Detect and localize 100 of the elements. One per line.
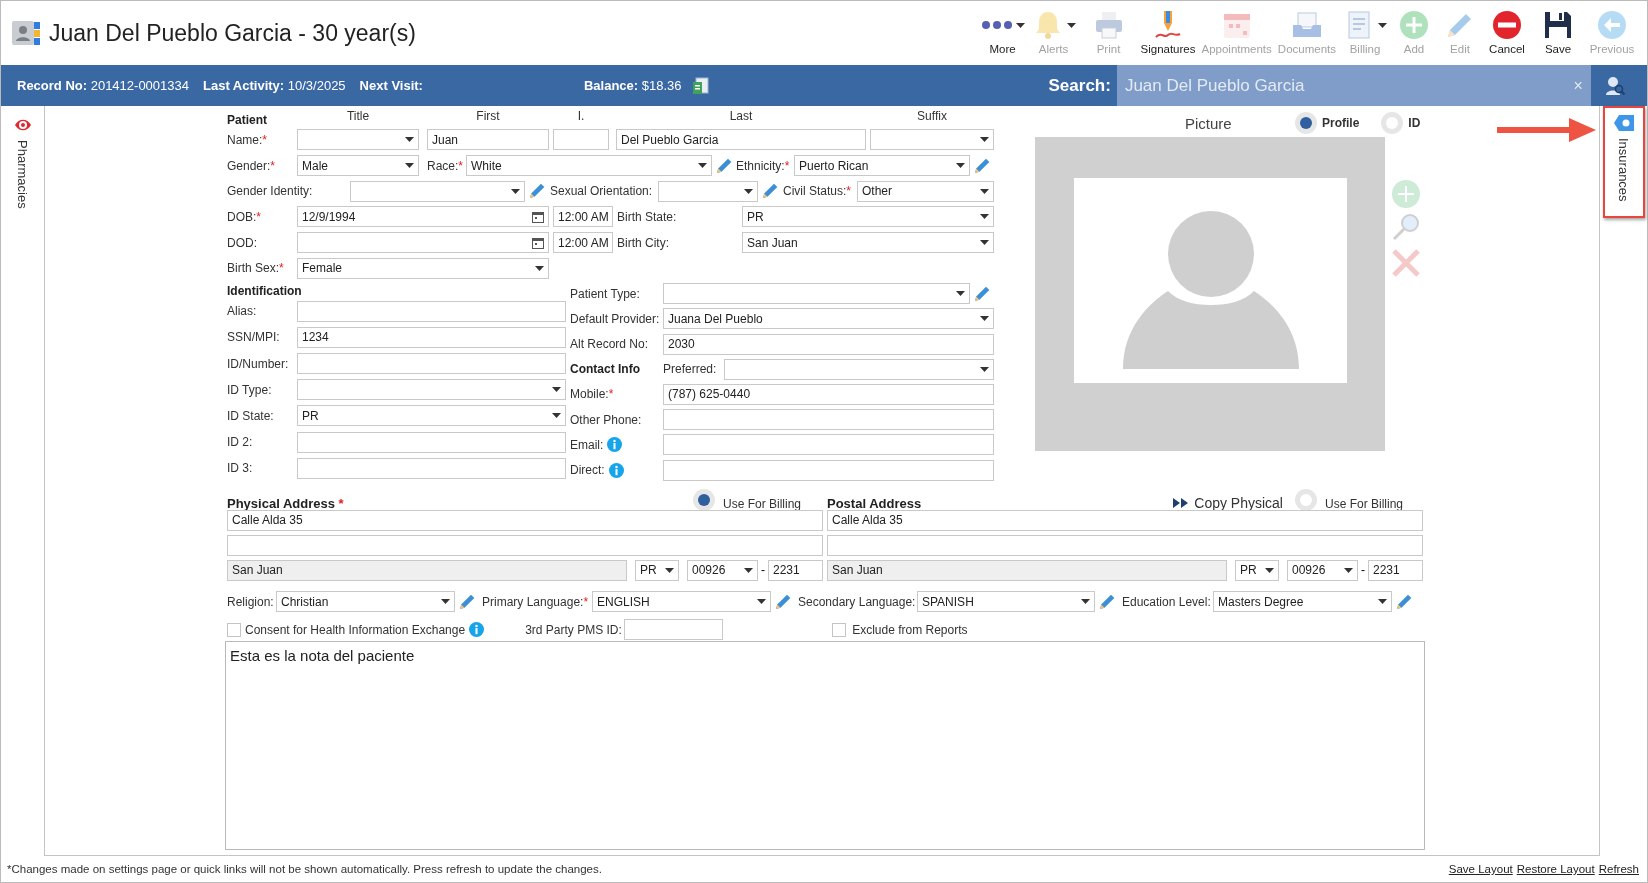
checkbox[interactable] <box>227 622 241 637</box>
text-field[interactable] <box>663 459 994 481</box>
info-icon[interactable] <box>469 622 485 638</box>
field-label: Birth State: <box>617 209 678 224</box>
notes-field[interactable]: Esta es la nota del paciente <box>225 640 1425 850</box>
dropdown-field[interactable]: Other <box>857 180 994 202</box>
dropdown-field[interactable] <box>870 129 994 151</box>
text-field[interactable] <box>297 353 566 375</box>
caret-icon <box>1265 567 1274 573</box>
dropdown-field[interactable]: PR <box>297 405 566 427</box>
text-field[interactable]: San Juan <box>827 559 1227 581</box>
caret-icon <box>956 291 965 297</box>
dropdown-field[interactable] <box>724 358 994 380</box>
info-icon[interactable] <box>607 437 623 453</box>
search-icon[interactable] <box>1603 74 1626 97</box>
cancel-button[interactable]: Cancel <box>1483 7 1531 55</box>
caret-icon <box>698 163 707 169</box>
delete-icon[interactable] <box>1391 249 1421 277</box>
section-heading: Patient <box>227 113 268 127</box>
dropdown-field[interactable]: Puerto Rican <box>794 155 970 177</box>
caret-icon <box>980 316 989 322</box>
dropdown-field[interactable]: SPANISH <box>917 591 1095 613</box>
text-field[interactable] <box>663 409 994 431</box>
dropdown-field[interactable]: Masters Degree <box>1213 591 1392 613</box>
calendar-icon <box>532 210 544 223</box>
text-field[interactable] <box>297 431 566 453</box>
copy-physical-button[interactable]: Copy Physical <box>1173 494 1283 511</box>
dropdown-field[interactable]: San Juan <box>742 232 994 254</box>
dropdown-field[interactable]: 00926 <box>1287 559 1358 581</box>
text-field[interactable]: 12:00 AM <box>553 206 613 228</box>
field-label: ID 3: <box>227 461 254 476</box>
text-field[interactable]: Juan <box>427 129 549 151</box>
field-label: Mobile:* <box>570 387 614 402</box>
dropdown-field[interactable] <box>658 180 758 202</box>
dropdown-field[interactable]: Christian <box>276 591 455 613</box>
caret-icon <box>1378 599 1387 605</box>
tag-icon <box>1612 114 1635 132</box>
dash-text: - <box>1360 563 1366 578</box>
dropdown-field[interactable]: Male <box>297 155 419 177</box>
text-field[interactable]: (787) 625-0440 <box>663 383 994 405</box>
text-field[interactable]: Calle Alda 35 <box>827 509 1423 531</box>
radio-button[interactable] <box>692 488 715 511</box>
text-field[interactable] <box>227 534 823 556</box>
add-photo-icon[interactable] <box>1391 179 1421 209</box>
dropdown-field[interactable]: ENGLISH <box>592 591 771 613</box>
pharmacies-tab[interactable]: Pharmacies <box>3 108 42 225</box>
dropdown-field[interactable]: PR <box>1235 559 1279 581</box>
caret-icon <box>980 188 989 194</box>
text-field[interactable]: 2231 <box>1368 559 1423 581</box>
date-field[interactable] <box>297 232 549 254</box>
radio-button[interactable] <box>1294 488 1317 511</box>
footer-message: *Changes made on settings page or quick links will not be shown automatically. Press refresh to update the changes. <box>7 863 602 875</box>
text-field[interactable]: 12:00 AM <box>553 232 613 254</box>
save-button[interactable]: Save <box>1531 7 1585 55</box>
field-label: ID State: <box>227 408 275 423</box>
info-icon[interactable] <box>608 462 624 478</box>
picture-label: Picture <box>1185 114 1233 132</box>
dropdown-field[interactable]: PR <box>742 206 994 228</box>
signatures-button[interactable]: Signatures <box>1137 7 1199 55</box>
text-field[interactable] <box>624 619 724 641</box>
window-title: Juan Del Pueblo Garcia - 30 year(s) <box>49 19 417 47</box>
text-field[interactable] <box>297 300 566 322</box>
footer-link[interactable]: Restore Layout <box>1516 863 1595 875</box>
dropdown-field[interactable] <box>297 379 566 401</box>
magnifier-icon[interactable] <box>1391 213 1421 241</box>
field-label: ID 2: <box>227 435 254 450</box>
text-field[interactable]: Calle Alda 35 <box>227 509 823 531</box>
text-field[interactable]: 2231 <box>768 559 823 581</box>
more-button[interactable]: More <box>977 7 1028 55</box>
balance: Balance: $18.36 <box>583 78 682 93</box>
field-label: ID/Number: <box>227 356 290 371</box>
field-label: Secondary Language: <box>798 594 917 609</box>
date-field[interactable]: 12/9/1994 <box>297 206 549 228</box>
dropdown-field[interactable]: 00926 <box>687 559 758 581</box>
last-activity: Last Activity: 10/3/2025 <box>203 78 346 93</box>
checkbox[interactable] <box>832 622 847 637</box>
insurances-tab[interactable]: Insurances <box>1602 106 1645 218</box>
text-field[interactable]: Del Pueblo Garcia <box>616 129 866 151</box>
text-field[interactable] <box>827 534 1423 556</box>
text-field[interactable] <box>297 457 566 479</box>
text-field[interactable]: 1234 <box>297 326 566 348</box>
text-field[interactable] <box>553 129 609 151</box>
dropdown-field[interactable]: Juana Del Pueblo <box>663 308 994 330</box>
field-label: Birth City: <box>617 235 670 250</box>
dropdown-field[interactable]: Female <box>297 257 549 279</box>
ledger-icon[interactable] <box>691 76 710 95</box>
field-label: Direct: <box>570 463 605 478</box>
footer-link[interactable]: Save Layout <box>1448 863 1513 875</box>
footer-link[interactable]: Refresh <box>1598 863 1639 875</box>
text-field[interactable]: 2030 <box>663 333 994 355</box>
dropdown-field[interactable] <box>350 180 525 202</box>
dropdown-field[interactable]: PR <box>635 559 679 581</box>
radio-button[interactable] <box>1295 112 1317 134</box>
text-field[interactable] <box>663 434 994 456</box>
dots-icon <box>980 19 1013 31</box>
dropdown-field[interactable] <box>297 129 419 151</box>
radio-button[interactable] <box>1381 112 1404 134</box>
dropdown-field[interactable] <box>663 283 970 305</box>
dropdown-field[interactable]: White <box>466 155 712 177</box>
text-field[interactable]: San Juan <box>227 559 627 581</box>
